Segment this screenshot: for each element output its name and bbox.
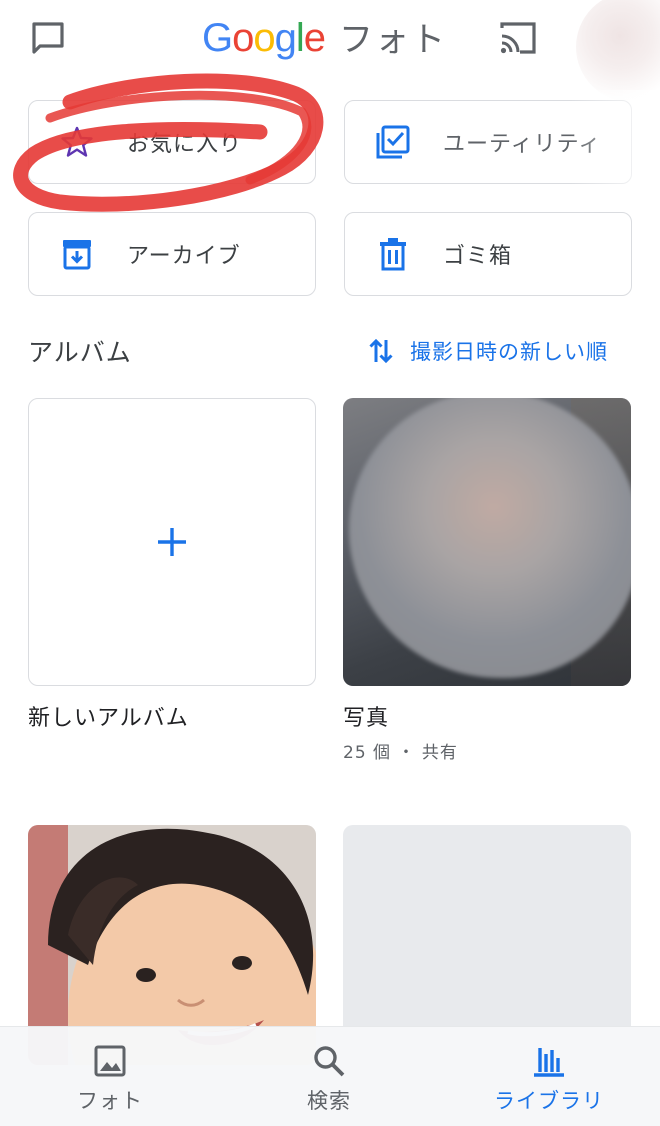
library-icon	[531, 1043, 567, 1079]
album-meta: 25 個 ・ 共有	[343, 743, 458, 763]
nav-search[interactable]: 検索	[229, 1027, 429, 1126]
logo-letter: e	[303, 16, 326, 60]
favorites-card[interactable]: お気に入り	[28, 100, 316, 184]
utilities-label: ユーティリティ	[443, 132, 602, 157]
logo-letter: o	[253, 16, 275, 60]
nav-photos[interactable]: フォト	[10, 1027, 210, 1126]
google-photos-logo: Google フォト	[202, 12, 447, 68]
logo-letter: l	[295, 16, 305, 60]
checklist-icon	[375, 124, 411, 160]
nav-photos-label: フォト	[77, 1089, 143, 1113]
sort-button[interactable]: 撮影日時の新しい順	[368, 336, 608, 366]
blurred-face-overlay	[349, 398, 631, 678]
sort-label: 撮影日時の新しい順	[410, 340, 608, 364]
trash-label: ゴミ箱	[443, 244, 513, 269]
google-wordmark: Google	[202, 16, 326, 61]
album-name: 写真	[343, 706, 390, 731]
nav-library[interactable]: ライブラリ	[449, 1027, 649, 1126]
archive-label: アーカイブ	[127, 244, 241, 269]
account-avatar[interactable]	[576, 0, 660, 102]
logo-letter: o	[232, 16, 254, 60]
sort-icon	[368, 336, 394, 366]
nav-search-label: 検索	[307, 1089, 351, 1113]
new-album-label: 新しいアルバム	[28, 706, 189, 731]
star-icon	[59, 124, 95, 160]
archive-icon	[59, 236, 95, 272]
utilities-card[interactable]: ユーティリティ	[344, 100, 632, 184]
nav-library-label: ライブラリ	[494, 1089, 604, 1113]
logo-letter: g	[274, 16, 297, 60]
trash-card[interactable]: ゴミ箱	[344, 212, 632, 296]
trash-icon	[375, 236, 411, 272]
logo-letter: G	[202, 16, 233, 60]
app-name: フォト	[339, 20, 448, 60]
search-icon	[311, 1043, 347, 1079]
albums-heading: アルバム	[28, 338, 132, 367]
new-album-tile[interactable]	[28, 398, 316, 686]
bottom-navigation: フォト 検索 ライブラリ	[0, 1026, 660, 1126]
top-app-bar: Google フォト	[0, 0, 660, 102]
chat-bubble-icon[interactable]	[28, 20, 72, 60]
archive-card[interactable]: アーカイブ	[28, 212, 316, 296]
favorites-label: お気に入り	[127, 132, 243, 157]
photo-icon	[92, 1043, 128, 1079]
plus-icon	[158, 528, 186, 556]
cast-icon[interactable]	[496, 18, 542, 58]
album-cover-photo[interactable]	[343, 398, 631, 686]
